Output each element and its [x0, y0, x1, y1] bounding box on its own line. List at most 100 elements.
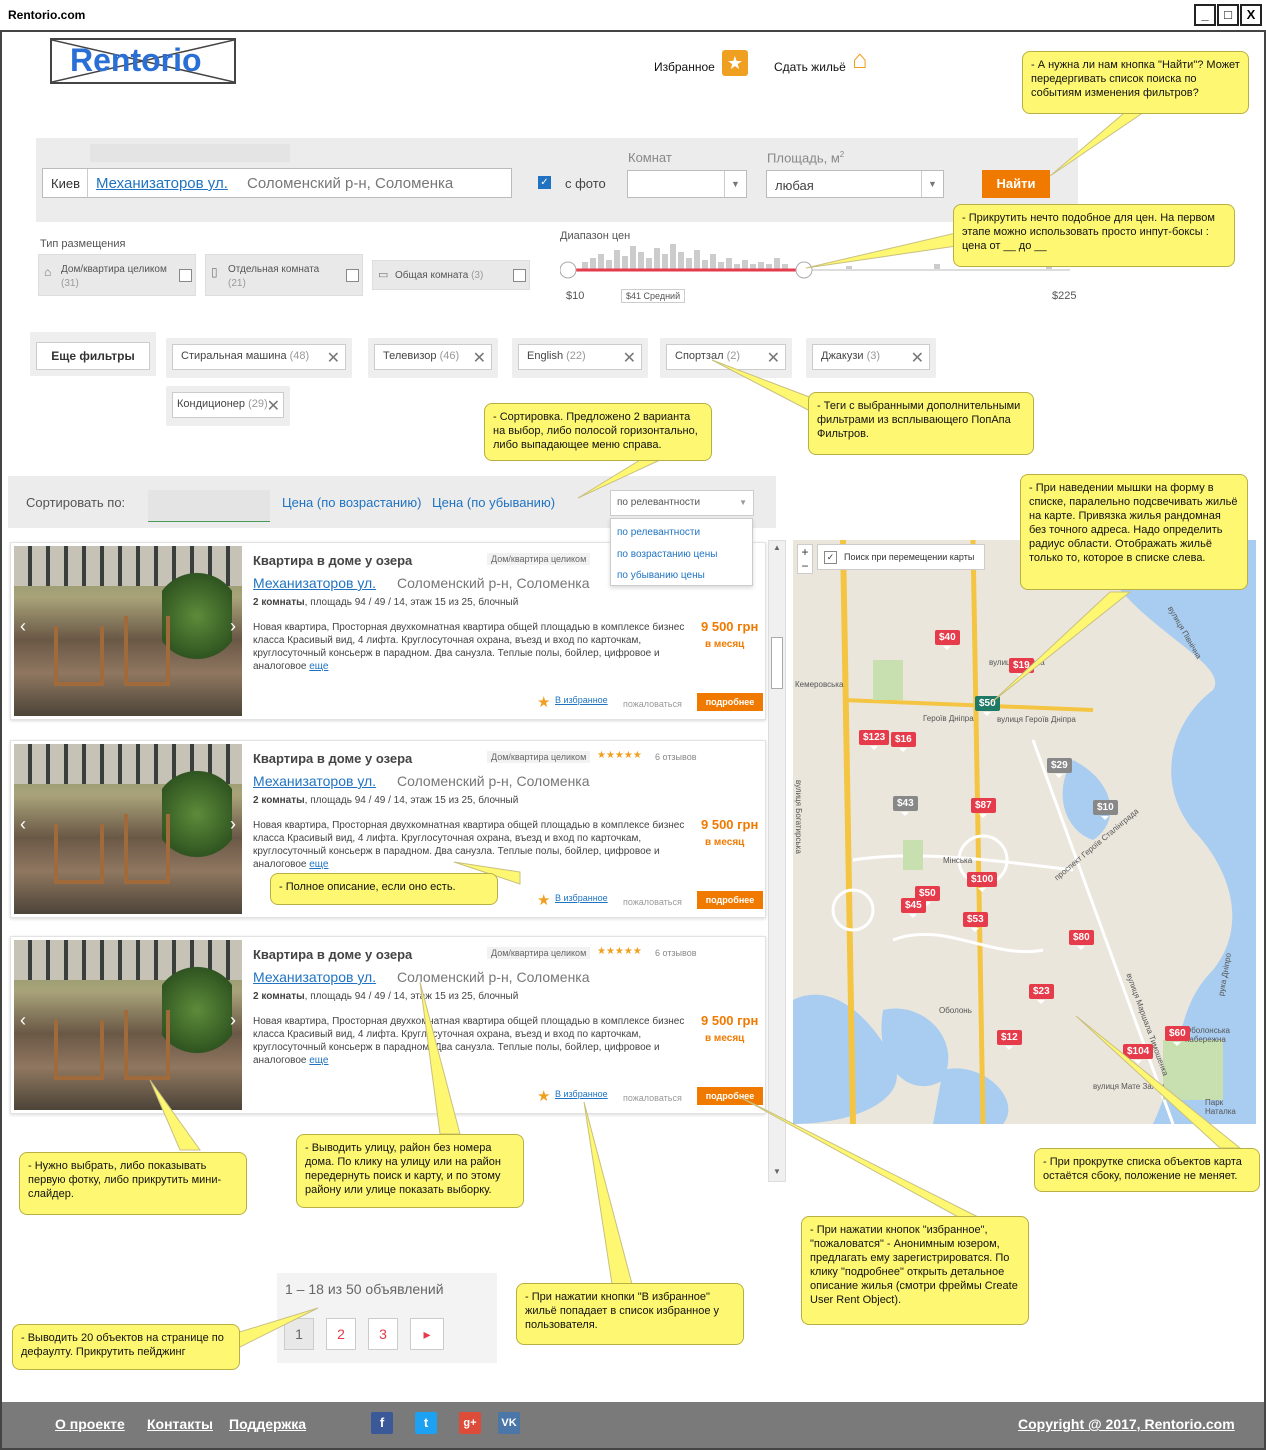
- sort-relevance-tab[interactable]: [148, 490, 270, 522]
- placement-shared[interactable]: ▭ Общая комната (3): [372, 260, 530, 290]
- scroll-down-icon[interactable]: ▼: [773, 1167, 781, 1176]
- map-pin[interactable]: $40: [935, 630, 960, 650]
- logo[interactable]: Rentorio: [50, 38, 236, 84]
- listing-street-link[interactable]: Механизаторов ул.: [253, 575, 376, 591]
- sort-option-asc[interactable]: по возрастанию цены: [617, 549, 717, 560]
- placement-room[interactable]: ▯ Отдельная комната (21): [205, 254, 363, 296]
- location-input[interactable]: Киев Механизаторов ул. Соломенский р-н, …: [42, 168, 512, 198]
- map-pin[interactable]: $87: [971, 798, 996, 818]
- chevron-left-icon[interactable]: ‹: [20, 1010, 26, 1031]
- close-icon[interactable]: ✕: [267, 396, 280, 416]
- rent-out-link[interactable]: Сдать жильё: [774, 60, 846, 74]
- search-on-move-checkbox[interactable]: ✓: [824, 551, 837, 564]
- footer-contacts-link[interactable]: Контакты: [147, 1416, 213, 1432]
- reviews-count[interactable]: 6 отзывов: [655, 948, 697, 958]
- map-pin[interactable]: $23: [1029, 984, 1054, 1004]
- close-icon[interactable]: ✕: [327, 348, 340, 368]
- minimize-button[interactable]: _: [1194, 4, 1216, 26]
- chevron-left-icon[interactable]: ‹: [20, 814, 26, 835]
- maximize-button[interactable]: □: [1217, 4, 1239, 26]
- map-pin[interactable]: $123: [859, 730, 890, 750]
- listing-district-link[interactable]: Соломенский р-н, Соломенка: [397, 773, 590, 789]
- vk-icon[interactable]: VK: [498, 1412, 520, 1434]
- add-favorite-link[interactable]: В избранное: [555, 1089, 608, 1099]
- star-icon[interactable]: ★: [537, 891, 550, 909]
- twitter-icon[interactable]: t: [415, 1412, 437, 1434]
- details-button[interactable]: подробнее: [697, 891, 763, 909]
- search-on-move-toggle[interactable]: ✓ Поиск при перемещении карты: [817, 544, 985, 570]
- map-pin[interactable]: $12: [997, 1030, 1022, 1050]
- map-pin[interactable]: $10: [1093, 800, 1118, 820]
- close-button[interactable]: X: [1240, 4, 1262, 26]
- listing-photo[interactable]: ‹ ›: [14, 940, 242, 1110]
- listing-title[interactable]: Квартира в доме у озера: [253, 751, 412, 766]
- map-pin[interactable]: $60: [1165, 1026, 1190, 1046]
- next-page-icon[interactable]: ▸: [410, 1318, 444, 1350]
- placement-whole-checkbox[interactable]: [179, 269, 192, 282]
- listing-photo[interactable]: ‹ ›: [14, 744, 242, 914]
- map-pin[interactable]: $100: [967, 872, 998, 892]
- map-pin[interactable]: $53: [963, 912, 988, 932]
- map-pin[interactable]: $50: [975, 696, 1000, 716]
- facebook-icon[interactable]: f: [371, 1412, 393, 1434]
- favorites-link[interactable]: Избранное: [654, 60, 715, 74]
- sort-option-desc[interactable]: по убыванию цены: [617, 570, 705, 581]
- map-pin[interactable]: $104: [1123, 1044, 1154, 1064]
- listing-title[interactable]: Квартира в доме у озера: [253, 947, 412, 962]
- close-icon[interactable]: ✕: [911, 348, 924, 368]
- footer-about-link[interactable]: О проекте: [55, 1416, 125, 1432]
- close-icon[interactable]: ✕: [473, 348, 486, 368]
- map-pin[interactable]: $45: [901, 898, 926, 918]
- map-pin[interactable]: $80: [1069, 930, 1094, 950]
- close-icon[interactable]: ✕: [767, 348, 780, 368]
- sort-price-asc[interactable]: Цена (по возрастанию): [282, 495, 421, 510]
- details-button[interactable]: подробнее: [697, 1087, 763, 1105]
- sort-price-desc[interactable]: Цена (по убыванию): [432, 495, 555, 510]
- page-2[interactable]: 2: [326, 1318, 356, 1350]
- map-pin[interactable]: $29: [1047, 758, 1072, 778]
- zoom-in-button[interactable]: +: [798, 545, 812, 559]
- street-link[interactable]: Механизаторов ул.: [96, 175, 228, 192]
- placement-shared-checkbox[interactable]: [513, 269, 526, 282]
- listing-photo[interactable]: ‹ ›: [14, 546, 242, 716]
- chevron-left-icon[interactable]: ‹: [20, 616, 26, 637]
- listing-street-link[interactable]: Механизаторов ул.: [253, 969, 376, 985]
- placement-room-checkbox[interactable]: [346, 269, 359, 282]
- details-button[interactable]: подробнее: [697, 693, 763, 711]
- listing-title[interactable]: Квартира в доме у озера: [253, 553, 412, 568]
- find-button[interactable]: Найти: [982, 170, 1050, 198]
- star-icon[interactable]: ★: [722, 50, 748, 76]
- reviews-count[interactable]: 6 отзывов: [655, 752, 697, 762]
- area-select[interactable]: любая ▼: [766, 170, 944, 198]
- photo-checkbox[interactable]: ✓: [538, 176, 551, 189]
- more-link[interactable]: еще: [309, 859, 328, 870]
- map[interactable]: + − ✓ Поиск при перемещении карты вулиця…: [793, 540, 1256, 1124]
- scroll-up-icon[interactable]: ▲: [773, 543, 781, 552]
- star-icon[interactable]: ★: [537, 693, 550, 711]
- add-favorite-link[interactable]: В избранное: [555, 893, 608, 903]
- chevron-right-icon[interactable]: ›: [230, 616, 236, 637]
- chevron-right-icon[interactable]: ›: [230, 814, 236, 835]
- footer-support-link[interactable]: Поддержка: [229, 1416, 306, 1432]
- list-scrollbar[interactable]: ▲ ▼: [768, 540, 786, 1182]
- chevron-right-icon[interactable]: ›: [230, 1010, 236, 1031]
- add-favorite-link[interactable]: В избранное: [555, 695, 608, 705]
- district-label[interactable]: Соломенский р-н, Соломенка: [247, 175, 453, 192]
- page-1[interactable]: 1: [284, 1318, 314, 1350]
- map-pin[interactable]: $43: [893, 796, 918, 816]
- rooms-select[interactable]: ▼: [627, 170, 747, 198]
- more-link[interactable]: еще: [309, 1055, 328, 1066]
- map-pin[interactable]: $16: [891, 732, 916, 752]
- listing-street-link[interactable]: Механизаторов ул.: [253, 773, 376, 789]
- house-icon[interactable]: ⌂: [852, 46, 868, 72]
- sort-select[interactable]: по релевантности ▼: [610, 490, 754, 516]
- complain-link[interactable]: пожаловаться: [623, 1093, 682, 1103]
- sort-option-relevance[interactable]: по релевантности: [617, 527, 700, 538]
- placement-whole[interactable]: ⌂ Дом/квартира целиком (31): [38, 254, 196, 296]
- map-pin[interactable]: $19: [1009, 658, 1034, 678]
- listing-district-link[interactable]: Соломенский р-н, Соломенка: [397, 575, 590, 591]
- complain-link[interactable]: пожаловаться: [623, 897, 682, 907]
- more-link[interactable]: еще: [309, 661, 328, 672]
- google-plus-icon[interactable]: g+: [459, 1412, 481, 1434]
- zoom-out-button[interactable]: −: [798, 559, 812, 573]
